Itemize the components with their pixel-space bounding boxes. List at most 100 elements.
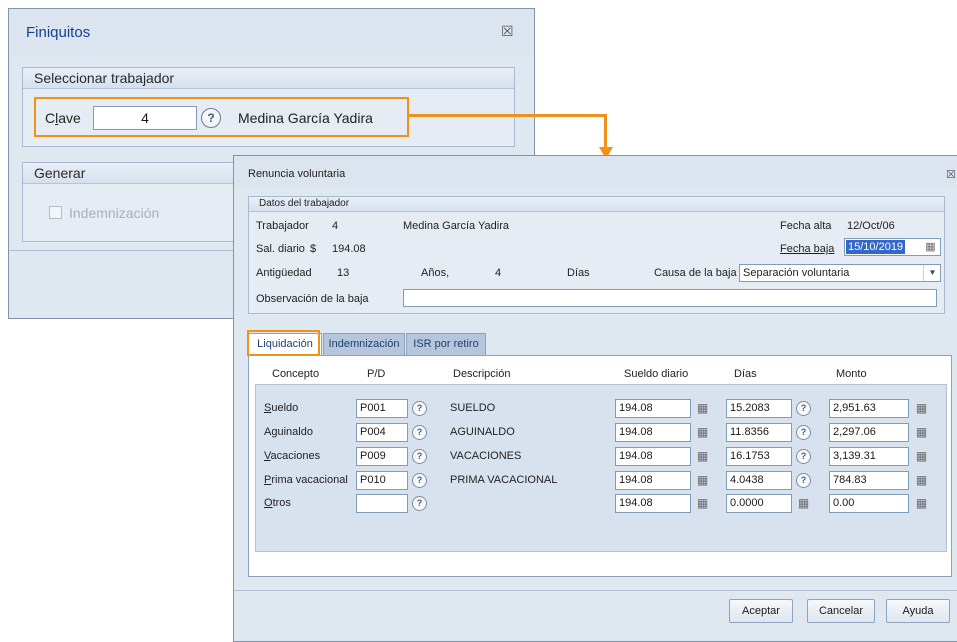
connector-line-vertical	[604, 114, 607, 148]
trabajador-name: Medina García Yadira	[403, 220, 509, 232]
finiquitos-title: Finiquitos	[26, 24, 91, 41]
trabajador-id: 4	[332, 220, 339, 232]
renuncia-title: Renuncia voluntaria	[248, 168, 346, 180]
help-icon[interactable]: ?	[412, 449, 427, 464]
monto-input[interactable]: 3,139.31	[829, 447, 909, 466]
calculator-icon[interactable]: ▦	[695, 472, 710, 488]
chevron-down-icon[interactable]: ▼	[923, 265, 941, 281]
fecha-baja-value: 15/10/2019	[846, 240, 906, 254]
calculator-icon[interactable]: ▦	[695, 448, 710, 464]
header-sueldo-diario: Sueldo diario	[624, 368, 689, 380]
help-icon[interactable]: ?	[412, 401, 427, 416]
worker-data-group-header	[249, 197, 944, 212]
clave-highlight	[34, 97, 409, 137]
sueldo-input[interactable]: 194.08	[615, 447, 691, 466]
fecha-baja-label: Fecha baja	[780, 243, 835, 255]
header-pd: P/D	[367, 368, 386, 380]
header-descripcion: Descripción	[453, 368, 511, 380]
header-dias: Días	[734, 368, 757, 380]
help-icon[interactable]: ?	[796, 449, 811, 464]
cancelar-button[interactable]: Cancelar	[807, 599, 875, 623]
descripcion-text: VACACIONES	[450, 450, 522, 462]
monto-input[interactable]: 0.00	[829, 494, 909, 513]
divider	[234, 590, 957, 591]
pd-input[interactable]: P009	[356, 447, 408, 466]
causa-label: Causa de la baja	[654, 267, 737, 279]
dias-input[interactable]: 16.1753	[726, 447, 792, 466]
concepto-label: Otros	[264, 497, 291, 509]
connector-line-horizontal	[409, 114, 606, 117]
pd-input[interactable]	[356, 494, 408, 513]
worker-data-group-title: Datos del trabajador	[259, 198, 350, 209]
calculator-icon[interactable]: ▦	[914, 472, 929, 488]
descripcion-text: SUELDO	[450, 402, 496, 414]
calculator-icon[interactable]: ▦	[914, 448, 929, 464]
calendar-icon[interactable]: ▦	[923, 239, 938, 255]
fecha-alta-label: Fecha alta	[780, 220, 832, 232]
generate-group-title: Generar	[34, 165, 86, 181]
concepto-label: Vacaciones	[264, 450, 321, 462]
observacion-label: Observación de la baja	[256, 293, 369, 305]
sal-diario-value: 194.08	[332, 243, 366, 255]
tab-isr-por-retiro[interactable]: ISR por retiro	[406, 333, 486, 355]
sueldo-input[interactable]: 194.08	[615, 399, 691, 418]
help-icon[interactable]: ?	[796, 473, 811, 488]
header-concepto: Concepto	[272, 368, 320, 380]
indemnizacion-checkbox[interactable]	[49, 206, 62, 219]
monto-input[interactable]: 2,951.63	[829, 399, 909, 418]
fecha-alta-value: 12/Oct/06	[847, 220, 895, 232]
tab-highlight	[247, 330, 320, 356]
concepto-label: Sueldo	[264, 402, 299, 414]
close-icon[interactable]: ☒	[946, 168, 956, 181]
help-icon[interactable]: ?	[412, 425, 427, 440]
help-icon[interactable]: ?	[796, 425, 811, 440]
anos-label: Años,	[421, 267, 450, 279]
help-icon[interactable]: ?	[412, 496, 427, 511]
sueldo-input[interactable]: 194.08	[615, 494, 691, 513]
header-monto: Monto	[836, 368, 867, 380]
calculator-icon[interactable]: ▦	[914, 400, 929, 416]
sueldo-input[interactable]: 194.08	[615, 471, 691, 490]
antiguedad-years: 13	[337, 267, 350, 279]
sal-diario-label: Sal. diario	[256, 243, 305, 255]
pd-input[interactable]: P001	[356, 399, 408, 418]
descripcion-text: AGUINALDO	[450, 426, 515, 438]
pd-input[interactable]: P004	[356, 423, 408, 442]
liquidacion-panel	[248, 355, 952, 577]
dias-input[interactable]: 11.8356	[726, 423, 792, 442]
help-icon[interactable]: ?	[796, 401, 811, 416]
monto-input[interactable]: 2,297.06	[829, 423, 909, 442]
calculator-icon[interactable]: ▦	[914, 495, 929, 511]
antiguedad-label: Antigüedad	[256, 267, 312, 279]
trabajador-label: Trabajador	[256, 220, 309, 232]
renuncia-window: Renuncia voluntaria ☒ Datos del trabajad…	[233, 155, 957, 642]
tab-indemnizacion[interactable]: Indemnización	[323, 333, 405, 355]
concepto-label: Aguinaldo	[264, 426, 313, 438]
calculator-icon[interactable]: ▦	[914, 424, 929, 440]
close-icon[interactable]: ☒	[501, 24, 514, 40]
dias-value: 4	[495, 267, 502, 279]
currency-symbol: $	[310, 243, 317, 255]
indemnizacion-label: Indemnización	[69, 205, 160, 221]
descripcion-text: PRIMA VACACIONAL	[450, 474, 558, 486]
causa-value: Separación voluntaria	[743, 267, 850, 279]
calculator-icon[interactable]: ▦	[695, 400, 710, 416]
sueldo-input[interactable]: 194.08	[615, 423, 691, 442]
calculator-icon[interactable]: ▦	[796, 495, 811, 511]
calculator-icon[interactable]: ▦	[695, 424, 710, 440]
dias-label: Días	[567, 267, 590, 279]
fecha-baja-input[interactable]: 15/10/2019 ▦	[844, 238, 941, 256]
pd-input[interactable]: P010	[356, 471, 408, 490]
observacion-input[interactable]	[403, 289, 937, 307]
concepto-label: Prima vacacional	[264, 474, 348, 486]
calculator-icon[interactable]: ▦	[695, 495, 710, 511]
dias-input[interactable]: 15.2083	[726, 399, 792, 418]
dias-input[interactable]: 4.0438	[726, 471, 792, 490]
select-worker-group-title: Seleccionar trabajador	[34, 70, 175, 86]
dias-input[interactable]: 0.0000	[726, 494, 792, 513]
monto-input[interactable]: 784.83	[829, 471, 909, 490]
causa-select[interactable]: Separación voluntaria ▼	[739, 264, 941, 282]
ayuda-button[interactable]: Ayuda	[886, 599, 950, 623]
aceptar-button[interactable]: Aceptar	[729, 599, 793, 623]
help-icon[interactable]: ?	[412, 473, 427, 488]
